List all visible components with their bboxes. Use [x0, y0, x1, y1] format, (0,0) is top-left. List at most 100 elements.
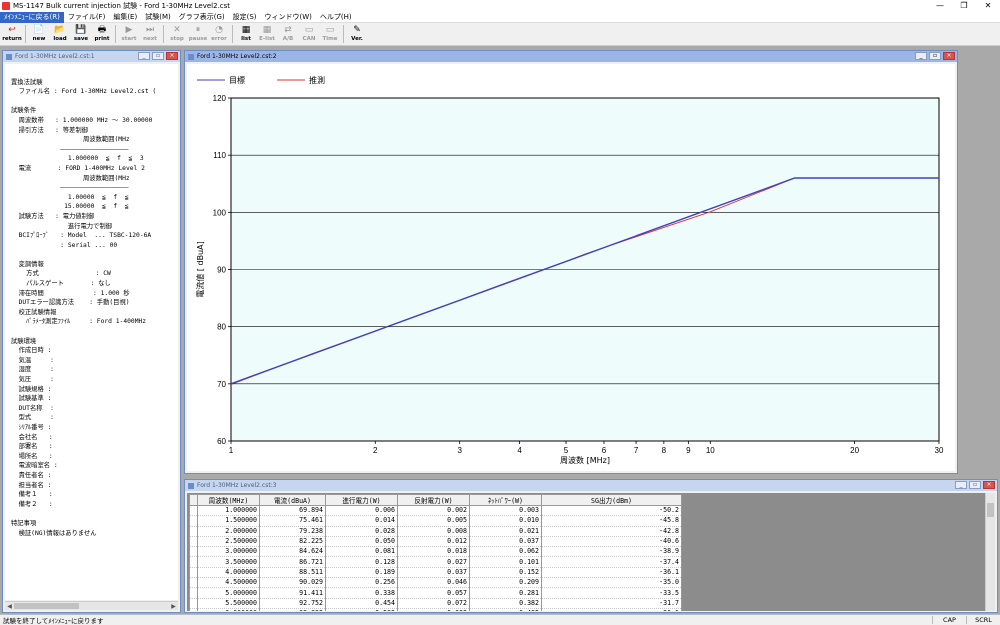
- x-tick-label: 6: [602, 446, 607, 455]
- toolbar-button-label: list: [241, 36, 251, 42]
- column-header[interactable]: 反射電力(W): [397, 494, 470, 506]
- table-row[interactable]: 6.00000093.8390.5890.0830.485-30.1: [189, 608, 682, 611]
- toolbar-button-label: Ver.: [351, 36, 363, 42]
- time-icon: ▭: [325, 25, 335, 35]
- table-cell: 2.500000: [197, 536, 260, 548]
- toolbar-button-label: CAN: [302, 36, 316, 42]
- table-cell: -33.5: [541, 587, 682, 599]
- column-header[interactable]: ﾈｯﾄﾊﾟﾜｰ(W): [469, 494, 542, 506]
- table-cell: 0.021: [469, 526, 542, 537]
- table-row[interactable]: 4.500000 90.029 0.256 0.046 0.209 -35.0: [189, 577, 682, 589]
- can-button[interactable]: ▭ CAN: [299, 24, 319, 45]
- table-cell: 4.000000: [197, 567, 260, 579]
- column-header[interactable]: 電流(dBuA): [259, 494, 326, 506]
- menu-item-2[interactable]: 編集(E): [109, 12, 141, 23]
- menu-item-5[interactable]: 設定(S): [229, 12, 261, 23]
- next-button[interactable]: ⏭ next: [140, 24, 160, 45]
- pause-button[interactable]: ⏸ pause: [188, 24, 208, 45]
- maximize-button[interactable]: ▫: [969, 481, 981, 489]
- scrollbar-thumb[interactable]: [987, 503, 994, 517]
- info-line: 試験規格 :: [11, 385, 52, 393]
- info-window-titlebar[interactable]: Ford 1-30MHz Level2.cst:1 _ ▫ ×: [3, 51, 180, 62]
- table-row[interactable]: 4.000000 88.511 0.189 0.037 0.152 -36.1: [189, 567, 682, 579]
- minimize-button[interactable]: —: [928, 0, 952, 12]
- table-area: 周波数(MHz) 電流(dBuA) 進行電力(W) 反射電力(W) ﾈｯﾄﾊﾟﾜｰ(W)…: [187, 493, 995, 611]
- menu-item-0[interactable]: ﾒｲﾝﾒﾆｭｰに戻る(R): [0, 11, 64, 23]
- table-row[interactable]: 2.000000 79.238 0.028 0.008 0.021 -42.8: [189, 526, 682, 537]
- load-button[interactable]: 📂 load: [50, 24, 70, 45]
- table-window-titlebar[interactable]: Ford 1-30MHz Level2.cst:3 _ ▫ ×: [185, 480, 997, 491]
- info-line: ファイル名 : Ford 1-30MHz Level2.cst (: [11, 88, 157, 96]
- row-header: [189, 577, 198, 589]
- return-button[interactable]: ↩ return: [2, 24, 22, 45]
- info-line: 変調情報: [11, 260, 44, 268]
- list-button[interactable]: ▦ list: [236, 24, 256, 45]
- info-line: 担当者名 :: [11, 481, 52, 489]
- table-cell: 1.000000: [197, 505, 260, 517]
- table-row[interactable]: 2.500000 82.225 0.050 0.012 0.037 -40.6: [189, 536, 682, 548]
- table-cell: 82.225: [259, 536, 326, 548]
- info-line: [11, 97, 178, 107]
- row-header-corner: [189, 494, 198, 506]
- table-cell: 0.256: [325, 577, 398, 589]
- maximize-button[interactable]: ▫: [929, 52, 941, 60]
- minimize-button[interactable]: _: [138, 52, 150, 60]
- e-list-button[interactable]: ▦ E-list: [257, 24, 277, 45]
- table-cell: 5.000000: [197, 587, 260, 599]
- menu-item-6[interactable]: ウィンドウ(W): [261, 12, 316, 23]
- table-row[interactable]: 5.500000 92.752 0.454 0.072 0.382 -31.7: [189, 598, 682, 609]
- info-line: 周波数範囲(MHz: [11, 174, 130, 182]
- graph-window-titlebar[interactable]: Ford 1-30MHz Level2.cst:2 _ ▫ ×: [185, 51, 957, 62]
- table-row[interactable]: 3.500000 86.721 0.128 0.027 0.101 -37.4: [189, 556, 682, 568]
- table-row[interactable]: 3.000000 84.624 0.081 0.018 0.062 -38.9: [189, 546, 682, 558]
- mdi-workspace: Ford 1-30MHz Level2.cst:1 _ ▫ × 置換法試験 ファ…: [0, 46, 1000, 614]
- menu-item-1[interactable]: ファイル(F): [64, 12, 110, 23]
- print-button[interactable]: 🖶 print: [92, 24, 112, 45]
- column-header[interactable]: SG出力(dBm): [541, 494, 682, 506]
- close-button[interactable]: ×: [943, 52, 955, 60]
- horizontal-scrollbar[interactable]: ◀ ▶: [5, 601, 178, 610]
- table-cell: 3.500000: [197, 556, 260, 568]
- pause-icon: ⏸: [195, 25, 201, 35]
- new-button[interactable]: 📄 new: [29, 24, 49, 45]
- maximize-button[interactable]: ▫: [152, 52, 164, 60]
- info-line: 責任者名 :: [11, 471, 52, 479]
- table-row[interactable]: 1.500000 75.461 0.014 0.005 0.010 -45.8: [189, 515, 682, 527]
- error-button[interactable]: ◔ error: [209, 24, 229, 45]
- restore-button[interactable]: ❐: [952, 0, 976, 12]
- y-tick-label: 110: [213, 151, 226, 160]
- time-button[interactable]: ▭ Time: [320, 24, 340, 45]
- close-button[interactable]: ✕: [976, 0, 1000, 12]
- info-line: ――――――――――――――――――: [11, 184, 129, 192]
- info-line: [11, 327, 178, 337]
- table-cell: 4.500000: [197, 577, 260, 589]
- column-header[interactable]: 周波数(MHz): [197, 494, 260, 506]
- table-row[interactable]: 1.000000 69.894 0.006 0.002 0.003 -50.2: [189, 505, 682, 517]
- ver-button[interactable]: ✎ Ver.: [347, 24, 367, 45]
- close-button[interactable]: ×: [166, 52, 178, 60]
- stop-button[interactable]: ✕ stop: [167, 24, 187, 45]
- document-icon: [188, 53, 194, 60]
- menu-item-4[interactable]: グラフ表示(G): [175, 12, 229, 23]
- a-b-button[interactable]: ⇄ A/B: [278, 24, 298, 45]
- scrollbar-thumb[interactable]: [14, 603, 79, 609]
- info-line: ﾊﾟﾗﾒｰﾀ測定ﾌｧｲﾙ : Ford 1-400MHz: [11, 318, 147, 326]
- menu-item-7[interactable]: ヘルプ(H): [316, 12, 356, 23]
- toolbar-button-label: start: [121, 36, 137, 42]
- vertical-scrollbar[interactable]: [985, 493, 995, 611]
- start-button[interactable]: ▶ start: [119, 24, 139, 45]
- info-line: 15.00000 ≦ f ≦: [11, 203, 129, 211]
- table-cell: 0.006: [325, 505, 398, 517]
- scroll-left-icon[interactable]: ◀: [5, 602, 14, 611]
- column-header[interactable]: 進行電力(W): [325, 494, 398, 506]
- scroll-right-icon[interactable]: ▶: [169, 602, 178, 611]
- table-row[interactable]: 5.000000 91.411 0.338 0.057 0.281 -33.5: [189, 587, 682, 599]
- minimize-button[interactable]: _: [915, 52, 927, 60]
- info-text-area[interactable]: 置換法試験 ファイル名 : Ford 1-30MHz Level2.cst (試…: [5, 64, 178, 600]
- caps-indicator: CAP: [932, 616, 966, 624]
- minimize-button[interactable]: _: [955, 481, 967, 489]
- close-button[interactable]: ×: [983, 481, 995, 489]
- toolbar-button-label: pause: [188, 36, 208, 42]
- save-button[interactable]: 💾 save: [71, 24, 91, 45]
- menu-item-3[interactable]: 試験(M): [141, 12, 175, 23]
